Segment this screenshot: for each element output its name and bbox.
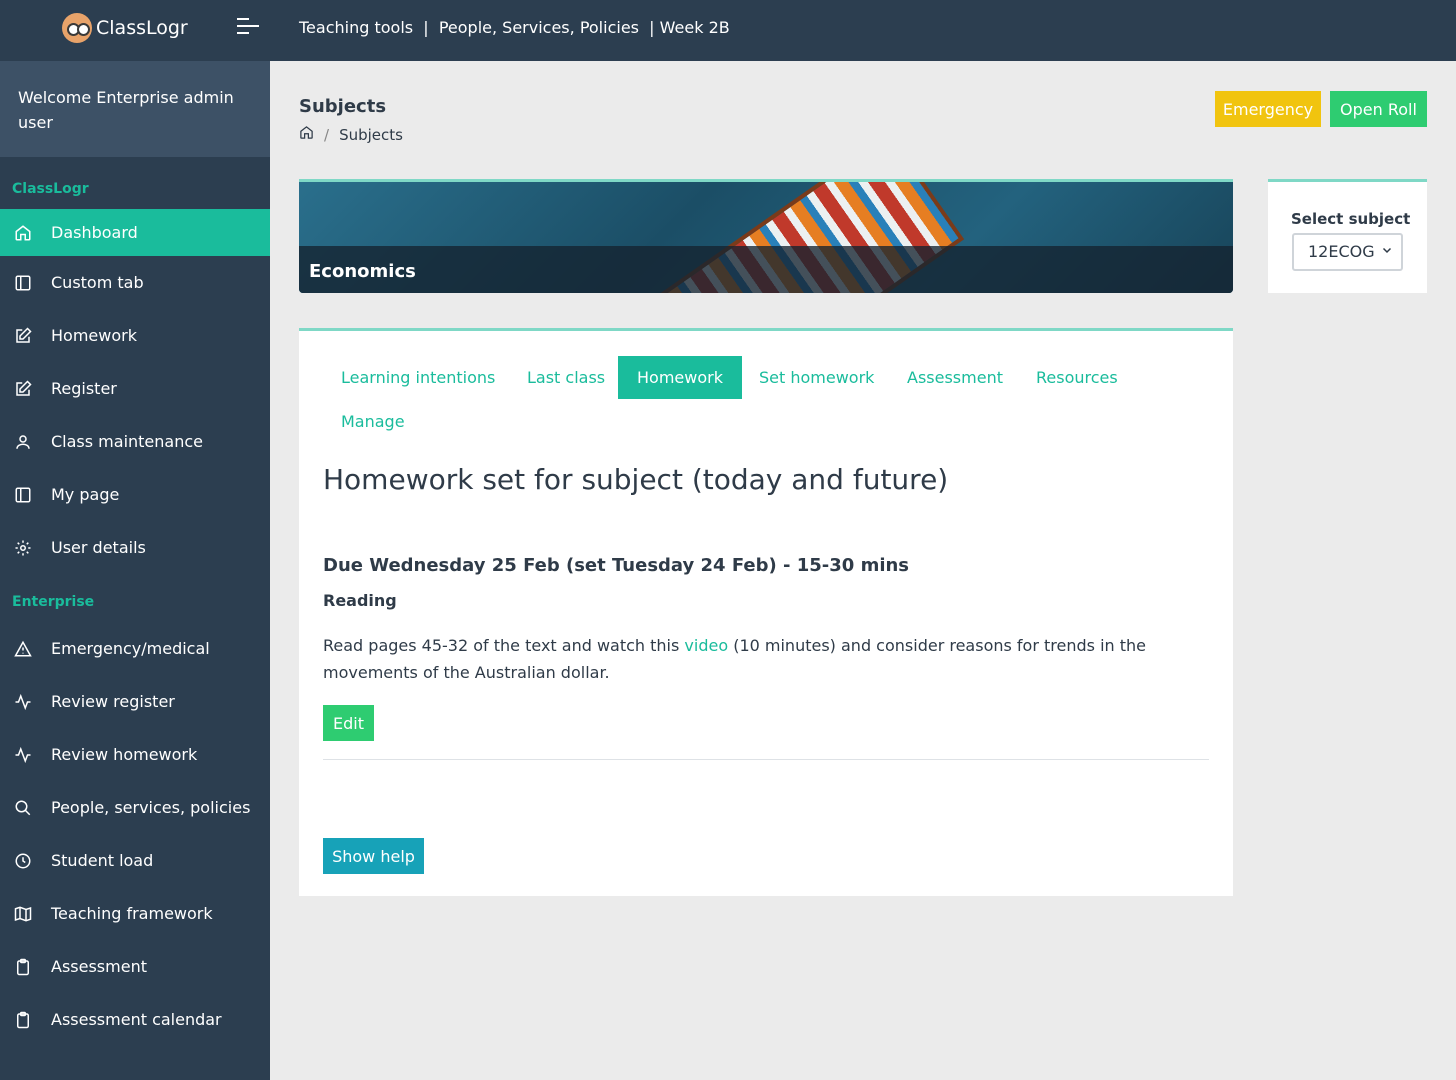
- topnav-separator: |: [413, 18, 439, 37]
- topnav-week[interactable]: Week 2B: [660, 18, 730, 37]
- brand[interactable]: ClassLogr: [62, 13, 188, 43]
- homework-description: Read pages 45-32 of the text and watch t…: [323, 636, 1146, 682]
- menu-toggle-icon[interactable]: [237, 18, 259, 38]
- homework-heading: Homework set for subject (today and futu…: [323, 463, 949, 496]
- sidebar-item-label: Student load: [51, 851, 154, 870]
- brand-name: ClassLogr: [96, 17, 188, 39]
- tab-last-class[interactable]: Last class: [527, 356, 605, 399]
- breadcrumb-current: Subjects: [339, 125, 403, 144]
- clipboard-icon: [14, 958, 32, 976]
- sidebar-item-people-services-policies[interactable]: People, services, policies: [0, 781, 270, 834]
- breadcrumb: / Subjects: [299, 125, 403, 144]
- edit-button[interactable]: Edit: [323, 705, 374, 741]
- homework-type: Reading: [323, 591, 397, 610]
- clock-icon: [14, 852, 32, 870]
- sidebar-item-label: Review homework: [51, 745, 198, 764]
- top-nav: Teaching tools | People, Services, Polic…: [299, 18, 730, 37]
- topnav-people-services[interactable]: People, Services, Policies: [439, 18, 639, 37]
- sidebar-item-teaching-framework[interactable]: Teaching framework: [0, 887, 270, 940]
- topnav-teaching-tools[interactable]: Teaching tools: [299, 18, 413, 37]
- video-link[interactable]: video: [684, 636, 728, 655]
- home-icon: [14, 224, 32, 242]
- sidebar-item-label: Teaching framework: [51, 904, 213, 923]
- map-icon: [14, 905, 32, 923]
- sidebar-item-label: My page: [51, 485, 120, 504]
- sidebar-item-dashboard[interactable]: Dashboard: [0, 209, 270, 256]
- owl-logo-icon: [62, 13, 92, 43]
- open-roll-button[interactable]: Open Roll: [1330, 91, 1427, 127]
- sidebar: Welcome Enterprise admin user ClassLogr …: [0, 61, 270, 1080]
- topnav-separator: |: [639, 18, 660, 37]
- sidebar-item-label: Custom tab: [51, 273, 144, 292]
- tab-resources[interactable]: Resources: [1036, 356, 1118, 399]
- banner-subject-name: Economics: [309, 261, 416, 282]
- tab-assessment[interactable]: Assessment: [907, 356, 1003, 399]
- edit-icon: [14, 326, 32, 345]
- divider: [323, 759, 1209, 760]
- subject-select-card: Select subject 12ECOG: [1268, 179, 1427, 293]
- sidebar-item-label: Review register: [51, 692, 175, 711]
- edit-icon: [14, 379, 32, 398]
- homework-due: Due Wednesday 25 Feb (set Tuesday 24 Feb…: [323, 555, 910, 576]
- sidebar-item-my-page[interactable]: My page: [0, 468, 270, 521]
- welcome-text: Welcome Enterprise admin user: [0, 61, 270, 157]
- subject-banner: Economics: [299, 179, 1233, 293]
- tab-learning-intentions[interactable]: Learning intentions: [341, 356, 495, 399]
- chevron-down-icon: [1381, 235, 1393, 269]
- home-icon[interactable]: [299, 125, 314, 144]
- sidebar-item-label: Emergency/medical: [51, 639, 210, 658]
- emergency-button[interactable]: Emergency: [1215, 91, 1321, 127]
- sidebar-item-register[interactable]: Register: [0, 362, 270, 415]
- page-title: Subjects: [299, 96, 387, 117]
- sidebar-item-label: Class maintenance: [51, 432, 203, 451]
- top-navbar: ClassLogr Teaching tools | People, Servi…: [0, 0, 1456, 61]
- tab-set-homework[interactable]: Set homework: [759, 356, 874, 399]
- sidebar-item-label: User details: [51, 538, 146, 557]
- sidebar-item-assessment[interactable]: Assessment: [0, 940, 270, 993]
- sidebar-item-assessment-calendar[interactable]: Assessment calendar: [0, 993, 270, 1046]
- sidebar-item-label: Register: [51, 379, 117, 398]
- sidebar-item-custom-tab[interactable]: Custom tab: [0, 256, 270, 309]
- sidebar-item-student-load[interactable]: Student load: [0, 834, 270, 887]
- select-subject-label: Select subject: [1291, 210, 1411, 228]
- activity-icon: [14, 693, 32, 711]
- show-help-button[interactable]: Show help: [323, 838, 424, 874]
- sidebar-item-label: Assessment calendar: [51, 1010, 222, 1029]
- sidebar-item-label: People, services, policies: [51, 798, 251, 817]
- subject-select-value: 12ECOG: [1308, 242, 1375, 261]
- sidebar-section-classlogr: ClassLogr: [12, 181, 89, 197]
- sidebar-item-homework[interactable]: Homework: [0, 309, 270, 362]
- gear-icon: [14, 539, 32, 557]
- sidebar-item-review-homework[interactable]: Review homework: [0, 728, 270, 781]
- sidebar-item-label: Dashboard: [51, 223, 138, 242]
- panel-icon: [14, 274, 32, 292]
- activity-icon: [14, 746, 32, 764]
- sidebar-item-class-maintenance[interactable]: Class maintenance: [0, 415, 270, 468]
- subject-select[interactable]: 12ECOG: [1292, 233, 1403, 271]
- homework-panel: Learning intentions Last class Homework …: [299, 328, 1233, 896]
- sidebar-item-review-register[interactable]: Review register: [0, 675, 270, 728]
- sidebar-item-label: Assessment: [51, 957, 147, 976]
- sidebar-item-emergency-medical[interactable]: Emergency/medical: [0, 622, 270, 675]
- panel-icon: [14, 486, 32, 504]
- clipboard-icon: [14, 1011, 32, 1029]
- warning-icon: [14, 640, 32, 658]
- sidebar-item-label: Homework: [51, 326, 137, 345]
- sidebar-item-user-details[interactable]: User details: [0, 521, 270, 574]
- breadcrumb-separator: /: [324, 125, 330, 144]
- user-icon: [14, 433, 32, 451]
- sidebar-section-enterprise: Enterprise: [12, 594, 95, 610]
- search-icon: [14, 799, 32, 817]
- tab-homework[interactable]: Homework: [618, 356, 742, 399]
- tab-manage[interactable]: Manage: [341, 400, 405, 443]
